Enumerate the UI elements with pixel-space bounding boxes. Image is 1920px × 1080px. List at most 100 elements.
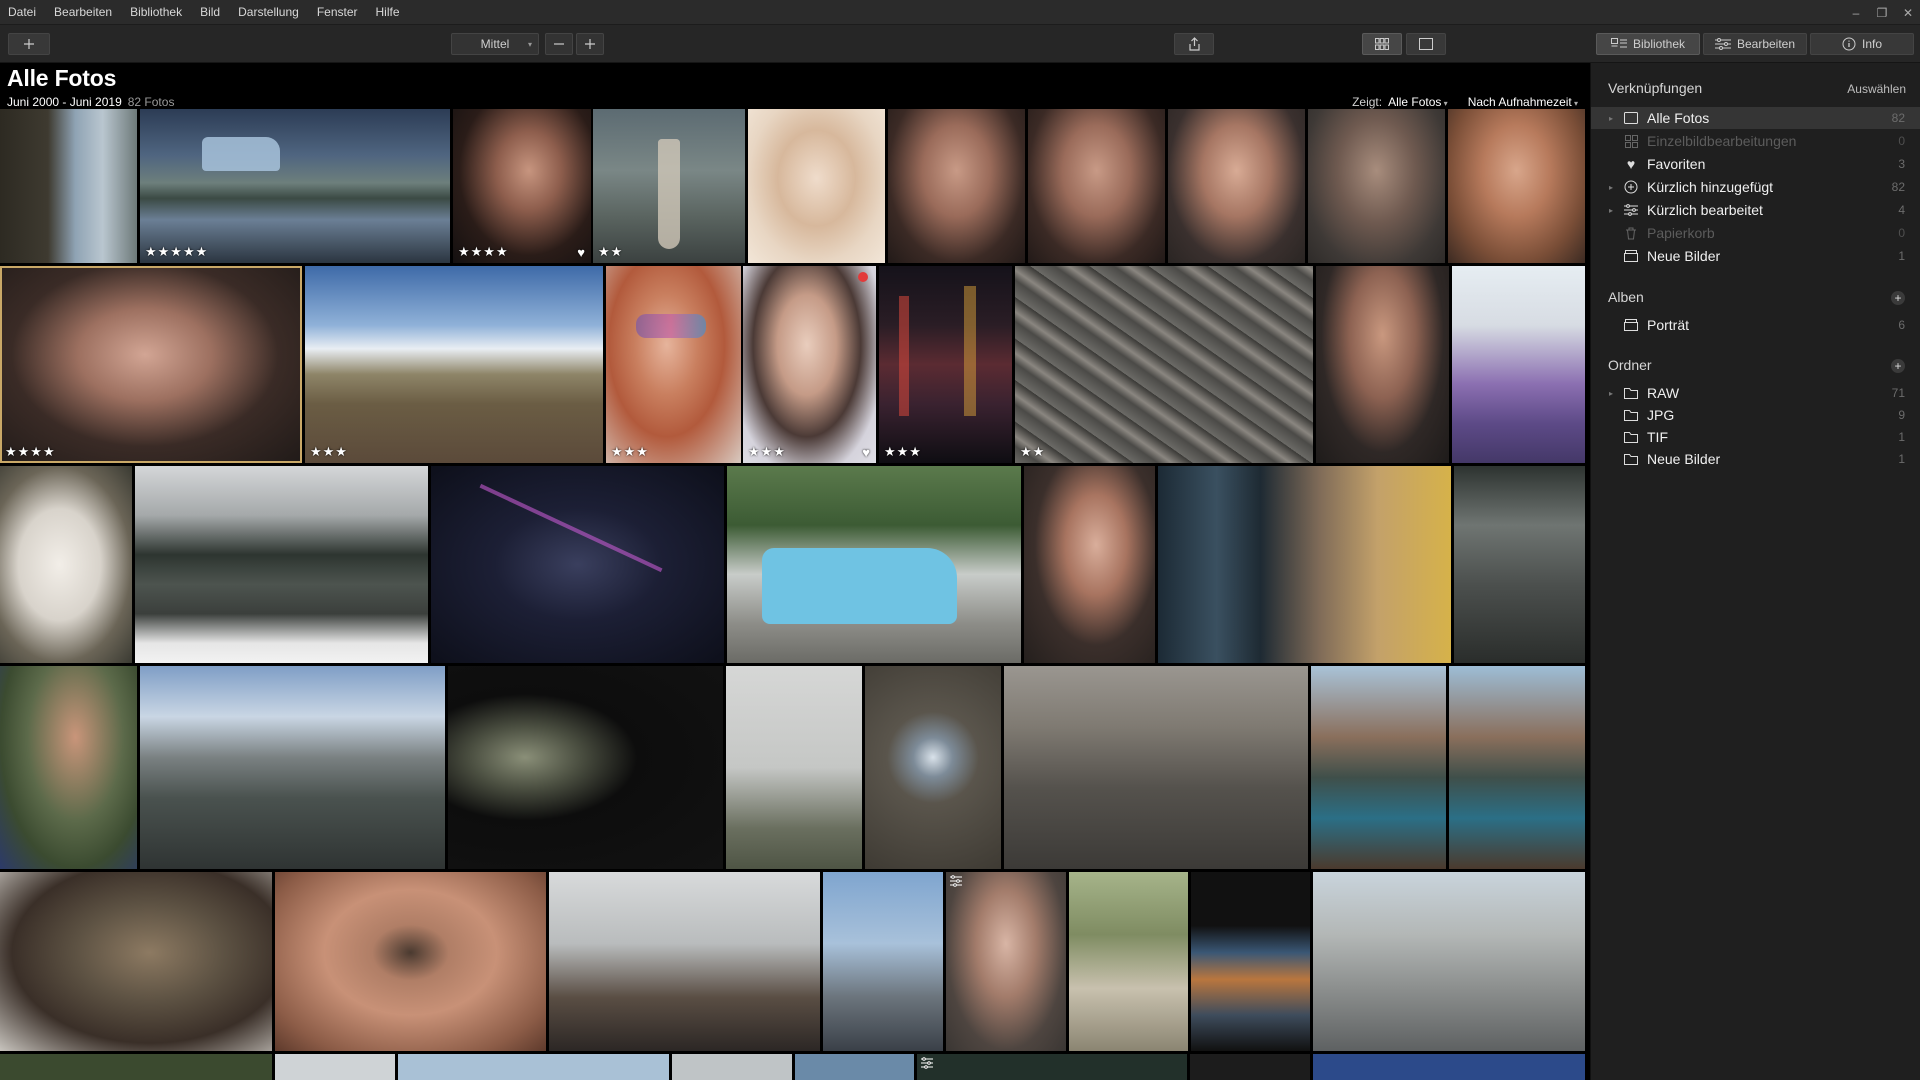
menu-edit[interactable]: Bearbeiten	[45, 0, 121, 25]
sidebar-item-album-portrait[interactable]: Porträt 6	[1591, 314, 1920, 336]
expand-arrow-icon[interactable]: ▸	[1609, 206, 1619, 215]
sidebar-item-trash[interactable]: Papierkorb 0	[1591, 222, 1920, 244]
photo-thumbnail[interactable]	[1452, 266, 1585, 463]
photo-thumbnail[interactable]: ★★	[1015, 266, 1313, 463]
photo-thumbnail[interactable]	[140, 666, 445, 869]
photo-thumbnail[interactable]	[1028, 109, 1165, 263]
sidebar-item-recently-edited[interactable]: ▸ Kürzlich bearbeitet 4	[1591, 199, 1920, 221]
photo-thumbnail[interactable]	[1448, 109, 1585, 263]
photo-thumbnail[interactable]	[1190, 1054, 1310, 1080]
photo-thumbnail[interactable]	[448, 666, 723, 869]
photo-thumbnail[interactable]: ★★★★ ♥	[453, 109, 591, 263]
photo-thumbnail[interactable]	[0, 666, 137, 869]
tab-edit[interactable]: Bearbeiten	[1703, 33, 1807, 55]
photo-thumbnail[interactable]	[0, 1054, 272, 1080]
photo-thumbnail[interactable]	[1191, 872, 1310, 1051]
photo-thumbnail[interactable]	[1454, 466, 1585, 663]
share-button[interactable]	[1174, 33, 1214, 55]
zoom-out-button[interactable]	[545, 33, 573, 55]
photo-thumbnail[interactable]	[398, 1054, 669, 1080]
photo-thumbnail[interactable]	[888, 109, 1025, 263]
menu-window[interactable]: Fenster	[308, 0, 367, 25]
expand-arrow-icon[interactable]: ▸	[1609, 183, 1619, 192]
tab-library[interactable]: Bibliothek	[1596, 33, 1700, 55]
photo-thumbnail[interactable]	[1313, 1054, 1585, 1080]
photo-thumbnail[interactable]	[726, 666, 862, 869]
single-view-button[interactable]	[1406, 33, 1446, 55]
item-count: 3	[1898, 157, 1905, 171]
item-count: 82	[1891, 180, 1905, 194]
chevron-down-icon: ▾	[527, 39, 532, 49]
item-count: 1	[1898, 430, 1905, 444]
photo-thumbnail[interactable]	[275, 1054, 395, 1080]
add-button[interactable]	[8, 33, 50, 55]
photo-thumbnail[interactable]	[549, 872, 820, 1051]
photo-thumbnail[interactable]	[865, 666, 1001, 869]
photo-thumbnail[interactable]	[1311, 666, 1446, 869]
menu-library[interactable]: Bibliothek	[121, 0, 191, 25]
thumbnail-size-select[interactable]: Mittel ▾	[451, 33, 539, 55]
menu-view[interactable]: Darstellung	[229, 0, 308, 25]
photo-thumbnail[interactable]	[0, 109, 137, 263]
section-folders: Ordner	[1608, 357, 1652, 373]
photo-thumbnail[interactable]	[748, 109, 885, 263]
sidebar-item-all-photos[interactable]: ▸ Alle Fotos 82	[1591, 107, 1920, 129]
sidebar-item-folder-tif[interactable]: TIF 1	[1591, 426, 1920, 448]
photo-thumbnail[interactable]	[727, 466, 1021, 663]
add-folder-button[interactable]: +	[1891, 359, 1905, 373]
sidebar-item-label: Porträt	[1647, 317, 1690, 333]
sidebar-item-label: Kürzlich bearbeitet	[1647, 202, 1763, 218]
photo-thumbnail[interactable]	[823, 872, 943, 1051]
expand-arrow-icon[interactable]: ▸	[1609, 114, 1619, 123]
sidebar-item-recently-added[interactable]: ▸ Kürzlich hinzugefügt 82	[1591, 176, 1920, 198]
expand-arrow-icon[interactable]: ▸	[1609, 389, 1619, 398]
sort-dropdown[interactable]: Nach Aufnahmezeit	[1468, 95, 1578, 109]
restore-icon[interactable]: ❐	[1876, 6, 1888, 20]
minimize-icon[interactable]: –	[1850, 6, 1862, 20]
photo-thumbnail[interactable]	[135, 466, 428, 663]
photo-thumbnail[interactable]	[431, 466, 724, 663]
photo-thumbnail[interactable]	[1308, 109, 1445, 263]
photo-thumbnail[interactable]	[1004, 666, 1308, 869]
photo-thumbnail[interactable]: ★★★	[305, 266, 603, 463]
photo-thumbnail[interactable]: ★★★	[606, 266, 741, 463]
menu-image[interactable]: Bild	[191, 0, 229, 25]
photo-thumbnail-selected[interactable]: ★★★★	[0, 266, 302, 463]
zoom-in-button[interactable]	[576, 33, 604, 55]
photo-thumbnail[interactable]	[0, 872, 272, 1051]
photo-thumbnail[interactable]	[1069, 872, 1188, 1051]
photo-thumbnail[interactable]: ★★★	[879, 266, 1012, 463]
sidebar-item-folder-raw[interactable]: ▸ RAW 71	[1591, 382, 1920, 404]
sidebar-item-favorites[interactable]: ♥ Favoriten 3	[1591, 153, 1920, 175]
sidebar-item-label: Neue Bilder	[1647, 451, 1721, 467]
photo-thumbnail[interactable]	[917, 1054, 1187, 1080]
sidebar-item-folder-new-images[interactable]: Neue Bilder 1	[1591, 448, 1920, 470]
photo-thumbnail[interactable]	[1449, 666, 1585, 869]
photo-thumbnail[interactable]	[946, 872, 1066, 1051]
photo-thumbnail[interactable]: ★★	[593, 109, 745, 263]
photo-thumbnail[interactable]	[672, 1054, 792, 1080]
tab-info[interactable]: Info	[1810, 33, 1914, 55]
photo-thumbnail[interactable]	[795, 1054, 914, 1080]
select-button[interactable]: Auswählen	[1847, 82, 1906, 96]
sidebar-item-single-edits[interactable]: Einzelbildbearbeitungen 0	[1591, 130, 1920, 152]
sidebar-item-label: Kürzlich hinzugefügt	[1647, 179, 1774, 195]
photo-thumbnail[interactable]: ★★★★★	[140, 109, 450, 263]
menu-help[interactable]: Hilfe	[367, 0, 409, 25]
show-filter-dropdown[interactable]: Alle Fotos	[1388, 95, 1448, 109]
heart-icon: ♥	[577, 245, 585, 260]
photo-thumbnail[interactable]	[1024, 466, 1155, 663]
add-album-button[interactable]: +	[1891, 291, 1905, 305]
close-icon[interactable]: ✕	[1902, 6, 1914, 20]
photo-thumbnail[interactable]	[0, 466, 132, 663]
photo-thumbnail[interactable]	[1313, 872, 1585, 1051]
grid-view-button[interactable]	[1362, 33, 1402, 55]
sidebar-item-folder-jpg[interactable]: JPG 9	[1591, 404, 1920, 426]
photo-thumbnail[interactable]	[1316, 266, 1449, 463]
menu-file[interactable]: Datei	[0, 0, 45, 25]
photo-thumbnail[interactable]	[275, 872, 546, 1051]
photo-thumbnail[interactable]	[1158, 466, 1451, 663]
sidebar-item-new-images[interactable]: Neue Bilder 1	[1591, 245, 1920, 267]
photo-thumbnail[interactable]: ★★★ ♥	[743, 266, 876, 463]
photo-thumbnail[interactable]	[1168, 109, 1305, 263]
